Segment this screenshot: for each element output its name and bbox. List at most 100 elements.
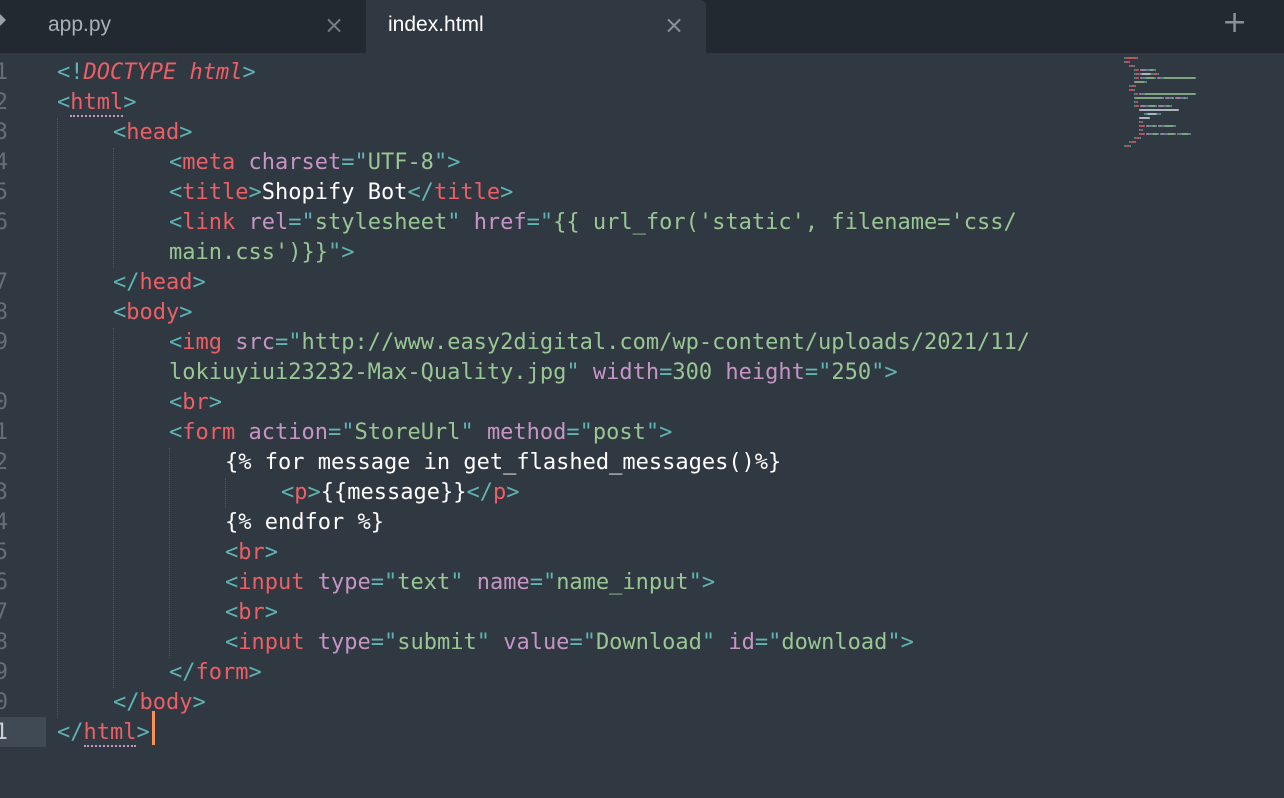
minimap-line (1129, 61, 1130, 63)
line-number: 1 (0, 60, 8, 85)
code-token: title (433, 180, 501, 205)
code-token: method (486, 420, 567, 445)
minimap-line (1130, 145, 1131, 147)
code-line[interactable]: </head> (113, 268, 206, 298)
line-number: 7 (0, 270, 8, 295)
code-token: " (447, 210, 461, 235)
line-number: 8 (0, 630, 8, 655)
code-token: " (383, 630, 398, 655)
code-line[interactable]: </body> (113, 688, 206, 718)
minimap-line (1135, 69, 1139, 71)
code-token: name (476, 570, 530, 595)
line-number: 2 (0, 450, 8, 475)
close-icon[interactable]: × (324, 13, 344, 37)
code-line[interactable]: <br> (169, 388, 222, 418)
code-token: = (370, 570, 384, 595)
code-token: " (768, 630, 782, 655)
minimap-line (1140, 133, 1145, 135)
code-line[interactable]: <html> (57, 88, 136, 118)
code-token: name_input (556, 570, 689, 595)
minimap-line (1155, 69, 1156, 71)
code-token: main.css')}} (169, 240, 328, 265)
code-token: = (804, 360, 819, 385)
code-token: html (83, 720, 137, 747)
new-tab-plus-icon[interactable]: + (1222, 6, 1247, 40)
minimap-line (1187, 97, 1188, 99)
minimap-line (1135, 77, 1139, 79)
minimap-line (1139, 109, 1179, 111)
code-line[interactable]: </form> (169, 658, 262, 688)
code-line[interactable]: <br> (225, 598, 278, 628)
code-line[interactable]: <input type="text" name="name_input"> (225, 568, 715, 598)
minimap-line (1139, 117, 1150, 119)
code-token: body (139, 690, 193, 715)
code-token: < (225, 570, 239, 595)
code-line[interactable]: <form action="StoreUrl" method="post"> (169, 418, 672, 448)
code-token: Shopify Bot (261, 180, 408, 205)
line-number (0, 358, 8, 388)
tab-bar: app.py × index.html × + (0, 0, 1284, 53)
code-token: > (884, 360, 898, 385)
code-token: " (688, 570, 702, 595)
code-line[interactable]: </html> (57, 718, 150, 748)
code-token: {% endfor %} (225, 510, 384, 535)
code-token: " (450, 570, 464, 595)
code-token: id (728, 630, 755, 655)
code-line[interactable]: <meta charset="UTF-8"> (169, 148, 460, 178)
code-editor[interactable]: 123456789012345678901 <!DOCTYPE html> <ht… (0, 53, 1284, 798)
code-line[interactable]: <body> (113, 298, 192, 328)
minimap-line (1134, 65, 1135, 67)
line-number: 5 (0, 180, 8, 205)
minimap-line (1148, 105, 1156, 107)
code-token: img (182, 330, 222, 355)
line-number: 9 (0, 660, 8, 685)
minimap-line (1145, 77, 1155, 79)
code-token: > (500, 180, 514, 205)
code-line[interactable]: <title>Shopify Bot</title> (169, 178, 513, 208)
code-token: post (592, 420, 646, 445)
code-token: > (264, 540, 278, 565)
tab-index-html[interactable]: index.html × (366, 0, 706, 53)
code-token: type (317, 630, 371, 655)
code-line[interactable]: lokiuyiui23232-Max-Quality.jpg" width=30… (169, 358, 898, 388)
minimap-line (1158, 73, 1159, 75)
code-token: form (195, 660, 249, 685)
code-line[interactable]: <input type="submit" value="Download" id… (225, 628, 914, 658)
code-line[interactable]: <head> (113, 118, 192, 148)
code-token: = (566, 420, 580, 445)
code-token: > (192, 270, 206, 295)
code-line[interactable]: {% for message in get_flashed_messages()… (225, 448, 781, 478)
code-token: = (659, 360, 673, 385)
code-token: = (327, 420, 342, 445)
code-token: < (225, 600, 239, 625)
code-token: = (754, 630, 769, 655)
code-line[interactable]: {% endfor %} (225, 508, 384, 538)
code-line[interactable]: <img src="http://www.easy2digital.com/wp… (169, 328, 1030, 358)
line-number: 6 (0, 570, 8, 595)
code-token: " (701, 630, 716, 655)
minimap-line (1171, 97, 1174, 99)
code-token: > (123, 90, 137, 115)
code-line[interactable]: main.css')}}"> (169, 238, 354, 268)
code-token: > (179, 120, 193, 145)
line-number: 3 (0, 480, 8, 505)
tab-app-py[interactable]: app.py × (0, 0, 366, 53)
code-token: > (248, 660, 262, 685)
minimap-line (1135, 85, 1136, 87)
close-icon[interactable]: × (664, 13, 684, 37)
minimap[interactable] (1124, 57, 1274, 157)
code-line[interactable]: <link rel="stylesheet" href="{{ url_for(… (169, 208, 1017, 238)
code-line[interactable]: <br> (225, 538, 278, 568)
code-line[interactable]: <p>{{message}}</p> (281, 478, 519, 508)
code-token: = (275, 330, 289, 355)
code-token: < (225, 540, 239, 565)
code-token: input (238, 630, 305, 655)
code-line[interactable]: <!DOCTYPE html> (57, 58, 256, 88)
minimap-line (1171, 105, 1172, 107)
code-token: < (169, 150, 183, 175)
